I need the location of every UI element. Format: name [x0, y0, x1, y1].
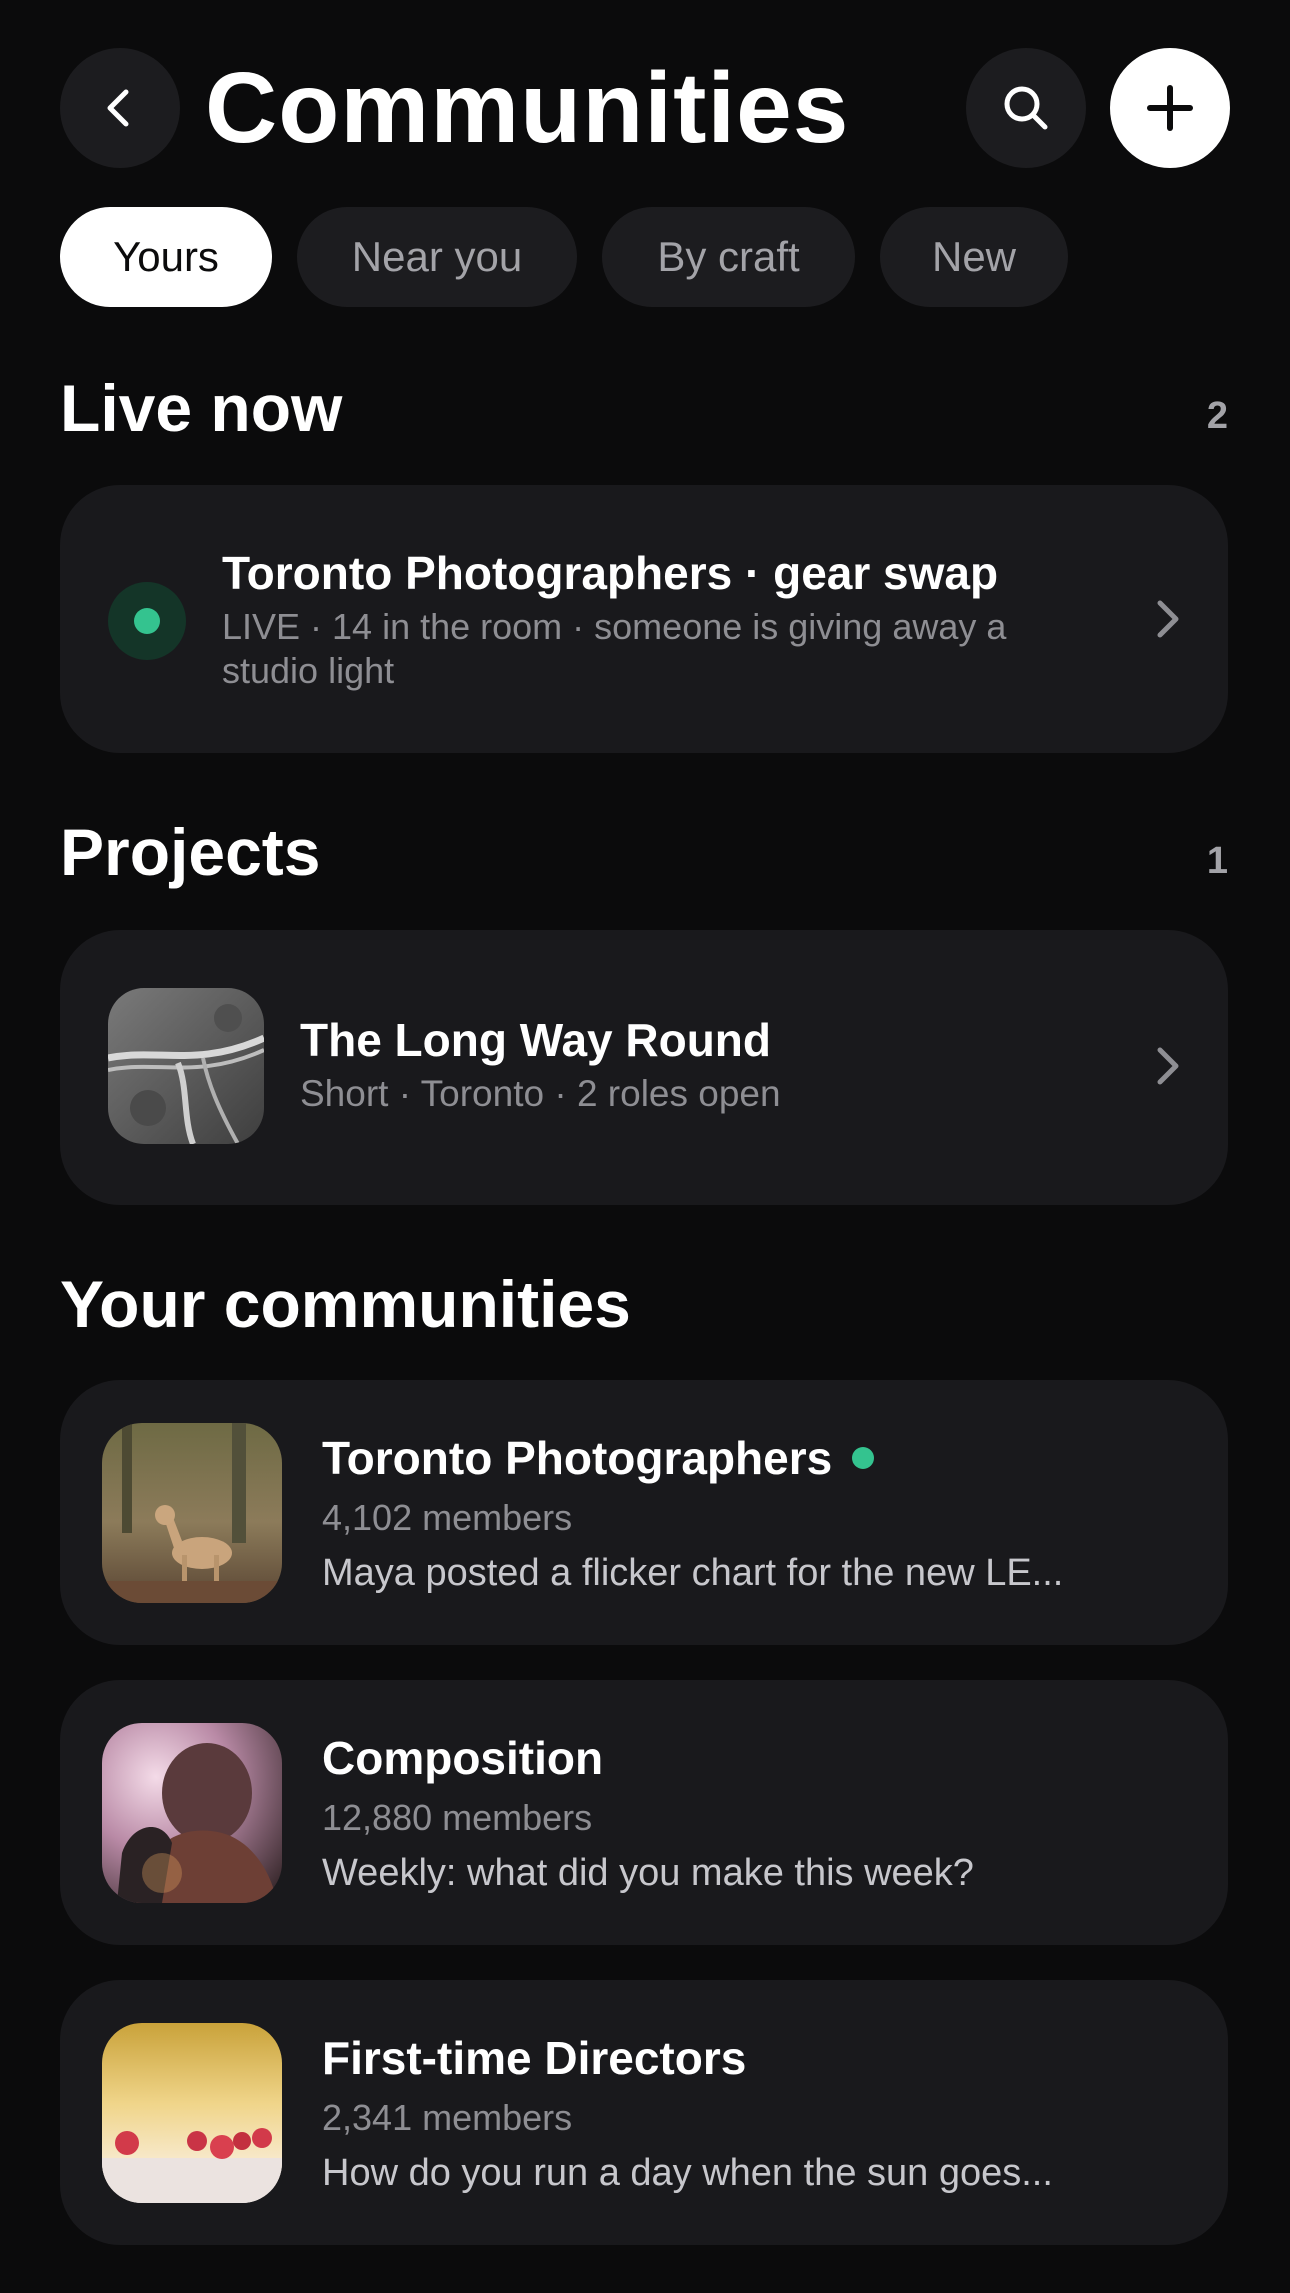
community-name-text: Toronto Photographers	[322, 1432, 833, 1484]
community-name: Toronto Photographers	[322, 1430, 875, 1486]
community-name: First-time Directors	[322, 2032, 747, 2084]
community-member-count: 12,880 members	[322, 1797, 593, 1838]
community-avatar	[102, 2023, 282, 2203]
community-card[interactable]: Composition 12,880 members Weekly: what …	[60, 1680, 1228, 1945]
live-session-title: Toronto Photographers · gear swap	[222, 547, 999, 599]
live-dot-icon	[134, 608, 160, 634]
chevron-left-icon	[107, 89, 129, 127]
project-subtitle: Short · Toronto · 2 roles open	[300, 1073, 781, 1114]
live-indicator	[108, 582, 186, 660]
chevron-right-icon	[1148, 599, 1188, 639]
projects-count: 1	[1206, 840, 1228, 882]
plus-icon	[1147, 85, 1193, 131]
community-preview: Weekly: what did you make this week?	[322, 1852, 974, 1894]
projects-heading: Projects	[60, 815, 321, 889]
tab-near-you[interactable]: Near you	[297, 207, 577, 307]
header: Communities	[0, 0, 1290, 200]
tab-new[interactable]: New	[880, 207, 1068, 307]
page-title: Communities	[205, 52, 850, 164]
search-button[interactable]	[966, 48, 1086, 168]
project-title: The Long Way Round	[300, 1014, 772, 1066]
live-now-count: 2	[1206, 395, 1228, 437]
add-community-button[interactable]	[1110, 48, 1230, 168]
community-avatar	[102, 1723, 282, 1903]
project-thumbnail	[108, 988, 264, 1144]
community-preview: Maya posted a flicker chart for the new …	[322, 1552, 1064, 1594]
live-now-heading: Live now	[60, 371, 343, 445]
community-avatar	[102, 1423, 282, 1603]
community-preview: How do you run a day when the sun goes..…	[322, 2152, 1053, 2194]
back-button[interactable]	[60, 48, 180, 168]
active-status-dot-icon	[852, 1446, 875, 1469]
your-communities-heading: Your communities	[60, 1267, 631, 1341]
community-member-count: 2,341 members	[322, 2097, 573, 2138]
project-card[interactable]: The Long Way Round Short · Toronto · 2 r…	[60, 930, 1228, 1205]
community-card[interactable]: Toronto Photographers 4,102 members Maya…	[60, 1380, 1228, 1645]
filter-tabs: Yours Near you By craft New	[60, 207, 1068, 307]
search-icon	[1004, 86, 1048, 130]
tab-by-craft[interactable]: By craft	[602, 207, 855, 307]
community-name: Composition	[322, 1732, 604, 1784]
tab-yours[interactable]: Yours	[60, 207, 272, 307]
chevron-right-icon	[1148, 1046, 1188, 1086]
live-session-subtitle: LIVE · 14 in the room · someone is givin…	[222, 606, 1007, 691]
community-member-count: 4,102 members	[322, 1497, 573, 1538]
community-card[interactable]: First-time Directors 2,341 members How d…	[60, 1980, 1228, 2245]
live-session-card[interactable]: Toronto Photographers · gear swap LIVE ·…	[60, 485, 1228, 753]
